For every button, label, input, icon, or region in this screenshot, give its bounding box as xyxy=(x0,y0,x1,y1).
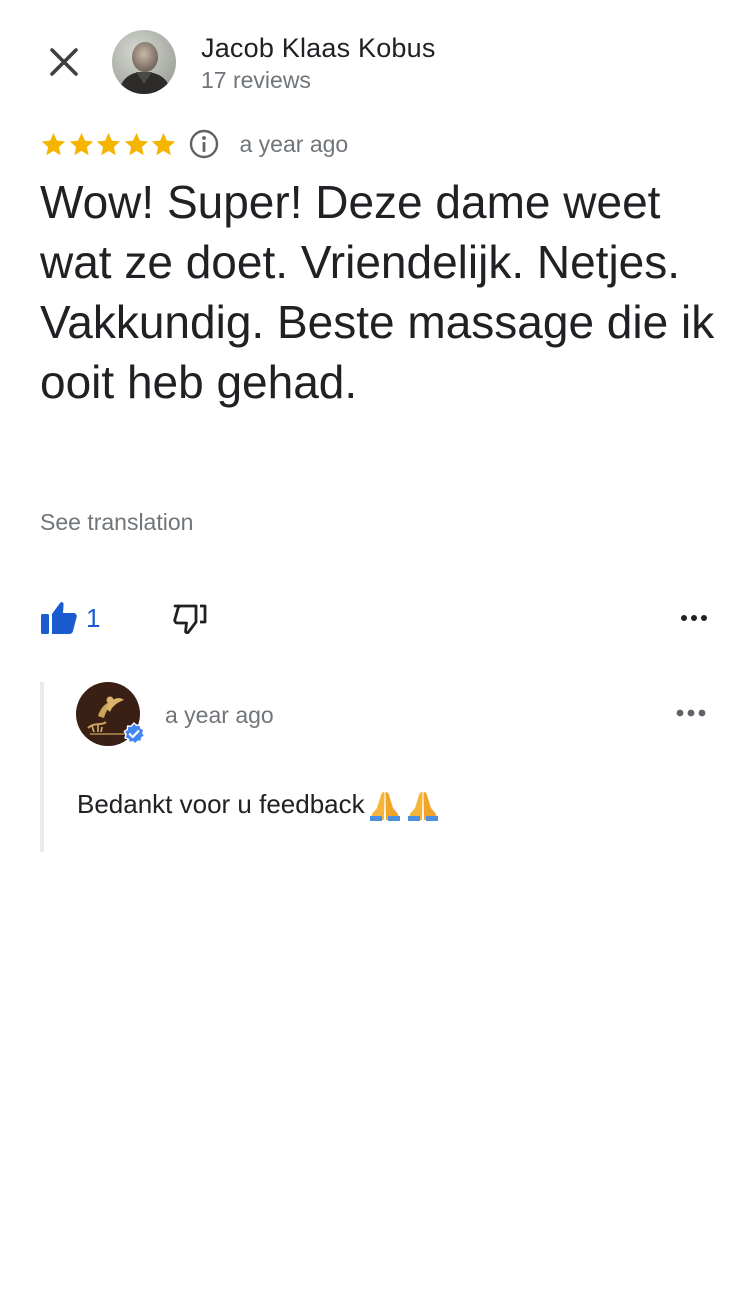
see-translation-link[interactable]: See translation xyxy=(40,506,193,538)
review-actions: 1 xyxy=(40,596,710,640)
folded-hands-emoji xyxy=(407,792,438,821)
like-button[interactable]: 1 xyxy=(40,596,100,640)
review-date: a year ago xyxy=(239,130,349,157)
review-detail-page: Jacob Klaas Kobus 17 reviews a year ago … xyxy=(0,0,750,1292)
more-horizontal-icon[interactable] xyxy=(678,602,710,634)
star-icon xyxy=(41,132,66,155)
reply-date: a year ago xyxy=(165,702,274,728)
review-text: Wow! Super! Deze dame weet wat ze doet. … xyxy=(40,176,715,408)
owner-avatar[interactable] xyxy=(76,682,146,746)
profile-photo xyxy=(112,30,176,94)
like-count: 1 xyxy=(86,602,101,633)
more-horizontal-icon[interactable] xyxy=(674,698,708,728)
verified-check-icon xyxy=(123,722,146,745)
info-icon[interactable] xyxy=(188,128,220,160)
star-icon xyxy=(96,132,121,155)
thumbs-up-icon xyxy=(41,602,77,634)
close-button[interactable] xyxy=(44,42,84,82)
star-icon xyxy=(124,132,148,155)
author-avatar[interactable] xyxy=(112,30,176,94)
author-review-count: 17 reviews xyxy=(201,67,311,93)
rating-row: a year ago xyxy=(40,126,348,162)
star-rating xyxy=(40,131,178,158)
reply-text: Bedankt voor u feedback xyxy=(77,789,365,819)
reply-text-row: Bedankt voor u feedback xyxy=(77,786,441,822)
thumbs-down-icon[interactable] xyxy=(172,600,208,636)
folded-hands-emoji xyxy=(369,792,400,821)
author-name[interactable]: Jacob Klaas Kobus xyxy=(201,32,436,64)
owner-reply: a year ago Bedankt voor u feedback xyxy=(40,682,714,852)
close-icon xyxy=(50,48,78,76)
star-icon xyxy=(151,132,176,155)
star-icon xyxy=(69,132,93,155)
